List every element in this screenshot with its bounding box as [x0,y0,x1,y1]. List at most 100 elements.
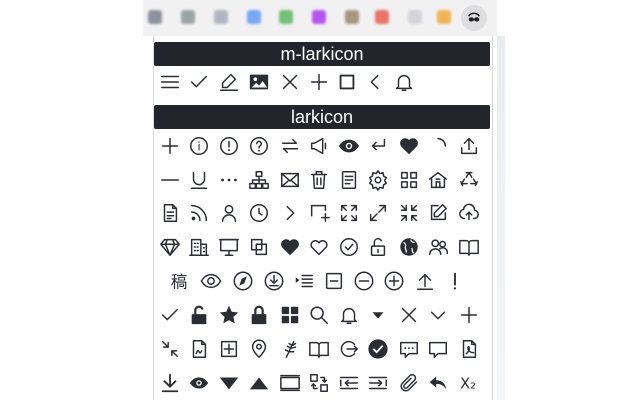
clock-icon[interactable] [246,200,272,226]
reply-icon[interactable] [425,370,451,396]
chevron-left-icon[interactable] [362,69,388,95]
trash-icon[interactable] [306,167,332,193]
extension-icon[interactable] [247,10,261,24]
file-text-icon[interactable] [157,200,183,226]
transfer-icon[interactable] [306,370,332,396]
logout-icon[interactable] [336,336,362,362]
larkicon-extension-icon[interactable] [461,5,487,31]
apps-filled-icon[interactable] [277,302,303,328]
arrow-in-left-icon[interactable] [336,370,362,396]
megaphone-icon[interactable] [306,133,332,159]
upload-icon[interactable] [456,133,482,159]
enter-icon[interactable] [365,133,391,159]
minus-square-icon[interactable] [321,268,347,294]
ellipsis-icon[interactable] [216,167,242,193]
chevron-down-icon[interactable] [425,302,451,328]
copy-icon[interactable] [246,234,272,260]
heart-filled-icon[interactable] [277,234,303,260]
image-icon[interactable] [246,69,272,95]
extension-icon[interactable] [214,10,228,24]
location-icon[interactable] [246,336,272,362]
book-open-icon[interactable] [306,336,332,362]
download-circle-icon[interactable] [261,268,287,294]
search-icon[interactable] [306,302,332,328]
pdf-icon[interactable] [456,336,482,362]
extension-icon[interactable] [375,10,389,24]
menu-icon[interactable] [157,69,183,95]
lock-filled-icon[interactable] [246,302,272,328]
underline-icon[interactable] [186,167,212,193]
check-icon[interactable] [157,302,183,328]
square-icon[interactable] [334,69,360,95]
globe-icon[interactable] [396,234,422,260]
caret-down-icon[interactable] [365,302,391,328]
unlock-icon[interactable] [365,234,391,260]
panel-icon[interactable] [277,370,303,396]
team-icon[interactable] [425,234,451,260]
eye-outline-icon[interactable] [198,268,224,294]
exclamation-icon[interactable] [442,268,468,294]
shrink-icon[interactable] [157,336,183,362]
triangle-down-icon[interactable] [216,370,242,396]
book-icon[interactable] [456,234,482,260]
rss-icon[interactable] [186,200,212,226]
comment-dots-icon[interactable] [396,336,422,362]
edit-square-icon[interactable] [425,200,451,226]
paperclip-icon[interactable] [396,370,422,396]
wheat-icon[interactable] [277,336,303,362]
home-alt-icon[interactable] [425,167,451,193]
hanzi-draft-icon[interactable]: 稿 [166,268,192,294]
extension-icon[interactable] [181,10,195,24]
heart-outline-icon[interactable] [306,234,332,260]
arrow-in-right-icon[interactable] [365,370,391,396]
extension-icon[interactable] [408,10,422,24]
check-icon[interactable] [186,69,212,95]
subscript-icon[interactable]: X₂ [456,370,482,396]
mail-icon[interactable] [277,167,303,193]
unlock-filled-icon[interactable] [186,302,212,328]
compass-icon[interactable] [230,268,256,294]
arrows-diagonal-icon[interactable] [365,200,391,226]
arrow-up-bar-icon[interactable] [412,268,438,294]
info-circle-icon[interactable]: i [186,133,212,159]
triangle-up-icon[interactable] [246,370,272,396]
indent-icon[interactable] [291,268,317,294]
cloud-upload-icon[interactable] [456,200,482,226]
extension-icon[interactable] [345,10,359,24]
plus-icon[interactable] [306,69,332,95]
settings-icon[interactable] [365,167,391,193]
loading-icon[interactable] [425,133,451,159]
swap-icon[interactable] [277,133,303,159]
minus-circle-icon[interactable] [351,268,377,294]
plus-circle-icon[interactable] [381,268,407,294]
expand-icon[interactable] [336,200,362,226]
check-circle-filled-icon[interactable] [365,336,391,362]
plus-square-icon[interactable] [216,336,242,362]
plus-icon[interactable] [456,302,482,328]
alert-circle-icon[interactable] [216,133,242,159]
presentation-icon[interactable] [216,234,242,260]
close-icon[interactable] [396,302,422,328]
extension-icon[interactable] [279,10,293,24]
extension-icon[interactable] [148,10,162,24]
extension-icon[interactable] [437,10,451,24]
bell-icon[interactable] [336,302,362,328]
eye-filled-icon[interactable] [336,133,362,159]
comment-icon[interactable] [425,336,451,362]
apps-icon[interactable] [396,167,422,193]
chevron-right-icon[interactable] [277,200,303,226]
question-circle-icon[interactable] [246,133,272,159]
diamond-icon[interactable] [157,234,183,260]
close-icon[interactable] [277,69,303,95]
plus-icon[interactable] [157,133,183,159]
compress-icon[interactable] [396,200,422,226]
add-frame-icon[interactable] [306,200,332,226]
recycle-icon[interactable] [456,167,482,193]
bell-icon[interactable] [391,69,417,95]
extension-icon[interactable] [312,10,326,24]
file-list-icon[interactable] [336,167,362,193]
heart-filled-icon[interactable] [396,133,422,159]
building-icon[interactable] [186,234,212,260]
eye-small-icon[interactable] [186,370,212,396]
org-chart-icon[interactable] [246,167,272,193]
